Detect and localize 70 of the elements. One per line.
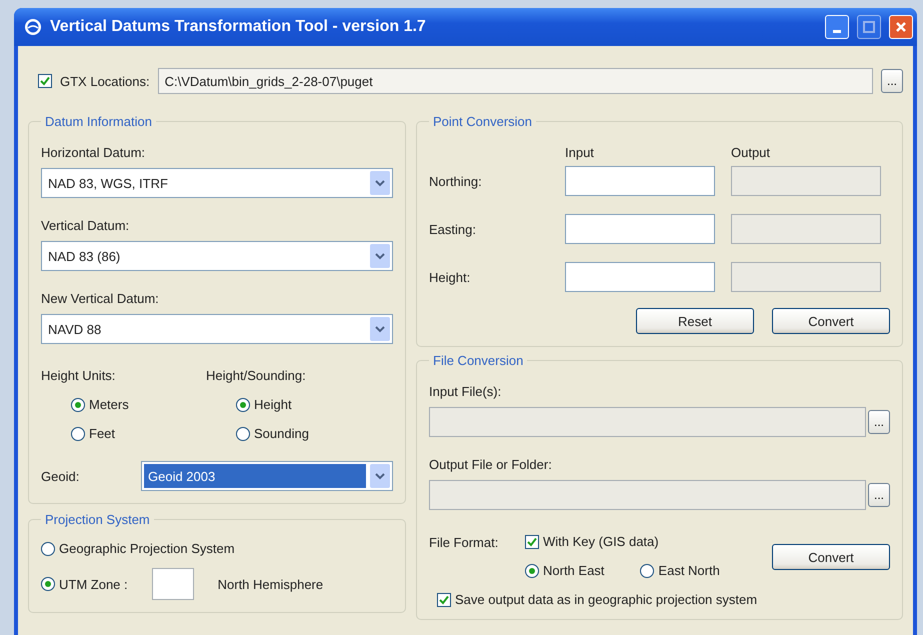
globe-icon [24,18,42,36]
group-title: Projection System [44,512,151,527]
checkbox[interactable] [38,74,52,88]
maximize-button[interactable] [857,15,881,39]
window-title: Vertical Datums Transformation Tool - version 1.7 [50,18,427,36]
row-label: Easting: [429,222,477,236]
radio-label: Sounding [254,426,309,441]
radio-button[interactable] [41,542,55,556]
action-button[interactable]: Convert [772,308,890,334]
row-label: Northing: [429,174,483,188]
field-label: Input File(s): [429,384,502,399]
input-field[interactable] [565,214,715,244]
group-label: Height Units: [41,368,116,383]
radio-button[interactable] [236,426,250,440]
radio-label: North East [543,563,604,578]
field-label: File Format: [429,534,500,550]
radio-label: Height [254,397,292,412]
group-title: File Conversion [432,353,524,368]
input-field[interactable] [565,262,715,292]
browse-button[interactable]: ... [868,483,890,507]
hemisphere-label: North Hemisphere [218,576,324,592]
input-file-field[interactable] [429,407,866,437]
radio-label: UTM Zone : [59,576,128,592]
field-label: Output File or Folder: [429,457,553,472]
field-label: New Vertical Datum: [41,291,160,306]
radio-button[interactable] [71,398,85,412]
radio-button[interactable] [640,564,654,578]
radio-label: Geographic Projection System [59,541,235,556]
minimize-icon [833,30,841,32]
radio-button[interactable] [525,564,539,578]
group-title: Point Conversion [432,114,533,129]
radio-label: Meters [89,397,129,412]
dropdown-value: NAD 83 (86) [47,248,122,264]
radio-button[interactable] [236,398,250,412]
radio-label: East North [658,563,720,578]
zone-field[interactable] [152,568,194,600]
browse-button[interactable]: ... [868,410,890,434]
radio-label: Feet [89,426,116,441]
checkbox-label: With Key (GIS data) [543,534,659,549]
browse-button[interactable]: ... [881,69,903,93]
minimize-button[interactable] [825,15,849,39]
dropdown-value: Geoid 2003 [144,464,366,488]
field-label: Geoid: [41,468,80,484]
dropdown-value: NAVD 88 [47,322,102,336]
field-label: Horizontal Datum: [41,145,146,160]
checkbox[interactable] [437,592,451,606]
close-button[interactable] [889,15,913,39]
path-field[interactable]: C:\VDatum\bin_grids_2-28-07\puget [158,68,873,94]
gtx-label: GTX Locations: [60,74,150,88]
dropdown-value: NAD 83, WGS, ITRF [47,176,169,190]
dropdown[interactable]: NAD 83 (86) [41,241,393,271]
dropdown[interactable]: NAVD 88 [41,314,393,344]
close-icon [895,21,907,33]
radio-button[interactable] [71,426,85,440]
maximize-icon [863,21,875,33]
convert-button[interactable]: Convert [772,544,890,570]
dropdown[interactable]: Geoid 2003 [141,461,393,491]
dropdown[interactable]: NAD 83, WGS, ITRF [41,168,393,198]
group-label: Height/Sounding: [206,368,307,383]
action-button[interactable]: Reset [636,308,754,334]
row-label: Height: [429,270,472,284]
input-field[interactable] [565,166,715,196]
checkbox-label: Save output data as in geographic projection system [455,592,758,607]
column-header: Input [565,145,595,160]
checkbox[interactable] [525,534,539,548]
column-header: Output [731,145,772,160]
radio-button[interactable] [41,577,55,591]
field-label: Vertical Datum: [41,218,130,233]
group-title: Datum Information [44,114,153,129]
output-file-field[interactable] [429,480,866,510]
